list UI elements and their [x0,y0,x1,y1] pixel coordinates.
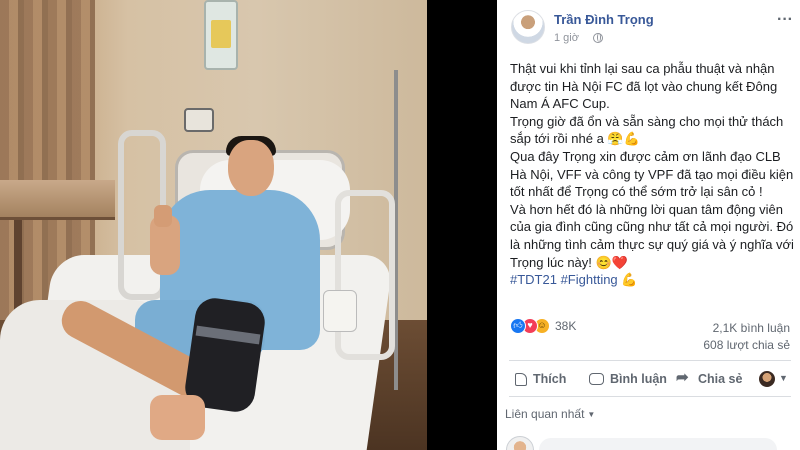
post-header: Trần Đình Trọng 1 giờ ··· [505,10,795,50]
thumbs-up-icon [515,372,527,386]
iv-bag-label [211,20,231,48]
like-button[interactable]: Thích [515,364,566,394]
post-paragraph: Trọng giờ đã ổn và sẵn sàng cho mọi thử … [510,113,784,147]
globe-icon[interactable] [593,33,603,43]
post-paragraph: Và hơn hết đó là những lời quan tâm động… [510,201,794,270]
bed-remote [323,290,357,332]
patient-face [228,140,274,196]
post-timestamp[interactable]: 1 giờ [554,32,579,44]
author-name[interactable]: Trần Đình Trọng [554,12,654,27]
viewer-gap [427,0,497,450]
thumbs-up-hand [154,205,172,227]
author-avatar[interactable] [511,10,545,44]
like-button-label: Thích [533,372,567,386]
comment-sort-label: Liên quan nhất [505,407,585,421]
comment-button[interactable]: Bình luận [589,364,667,394]
divider [509,360,791,361]
comment-sort-dropdown[interactable]: Liên quan nhất ▼ [505,407,595,421]
post-text: Thật vui khi tỉnh lại sau ca phẫu thuật … [510,60,794,289]
post-panel: Trần Đình Trọng 1 giờ ··· Thật vui khi t… [497,0,800,450]
post-photo[interactable] [0,0,427,450]
hashtags[interactable]: #TDT21 #Fightting 💪 [510,271,794,289]
post-paragraph: Thật vui khi tỉnh lại sau ca phẫu thuật … [510,61,778,112]
divider [509,396,791,397]
reaction-summary[interactable]: 👍︎ ♥︎ ☺︎ 38K 2,1K bình luận [510,318,790,335]
more-options-icon[interactable]: ··· [777,12,793,28]
bed-rail-right [335,190,395,360]
wall-monitor [184,108,214,132]
comment-button-label: Bình luận [610,372,667,386]
comment-bubble[interactable] [539,438,777,450]
post-paragraph: Qua đây Trọng xin được cảm ơn lãnh đạo C… [510,148,794,200]
side-table [0,180,115,220]
share-icon [676,368,692,387]
commenter-avatar[interactable] [506,436,534,450]
comment-preview [505,432,795,450]
share-button[interactable]: Chia sẻ [676,364,742,394]
viewer-avatar[interactable] [759,371,775,387]
like-reaction-icon: 👍︎ [510,318,526,334]
comment-icon [589,373,604,385]
share-button-label: Chia sẻ [698,372,743,386]
comments-count[interactable]: 2,1K bình luận [713,321,790,335]
shares-count[interactable]: 608 lượt chia sẻ [510,338,790,352]
patient-foot [150,395,205,440]
chevron-down-icon[interactable]: ▼ [779,373,788,383]
chevron-down-icon: ▼ [587,410,596,419]
action-bar: Thích Bình luận Chia sẻ ▼ [509,364,791,394]
reaction-count[interactable]: 38K [555,319,576,333]
